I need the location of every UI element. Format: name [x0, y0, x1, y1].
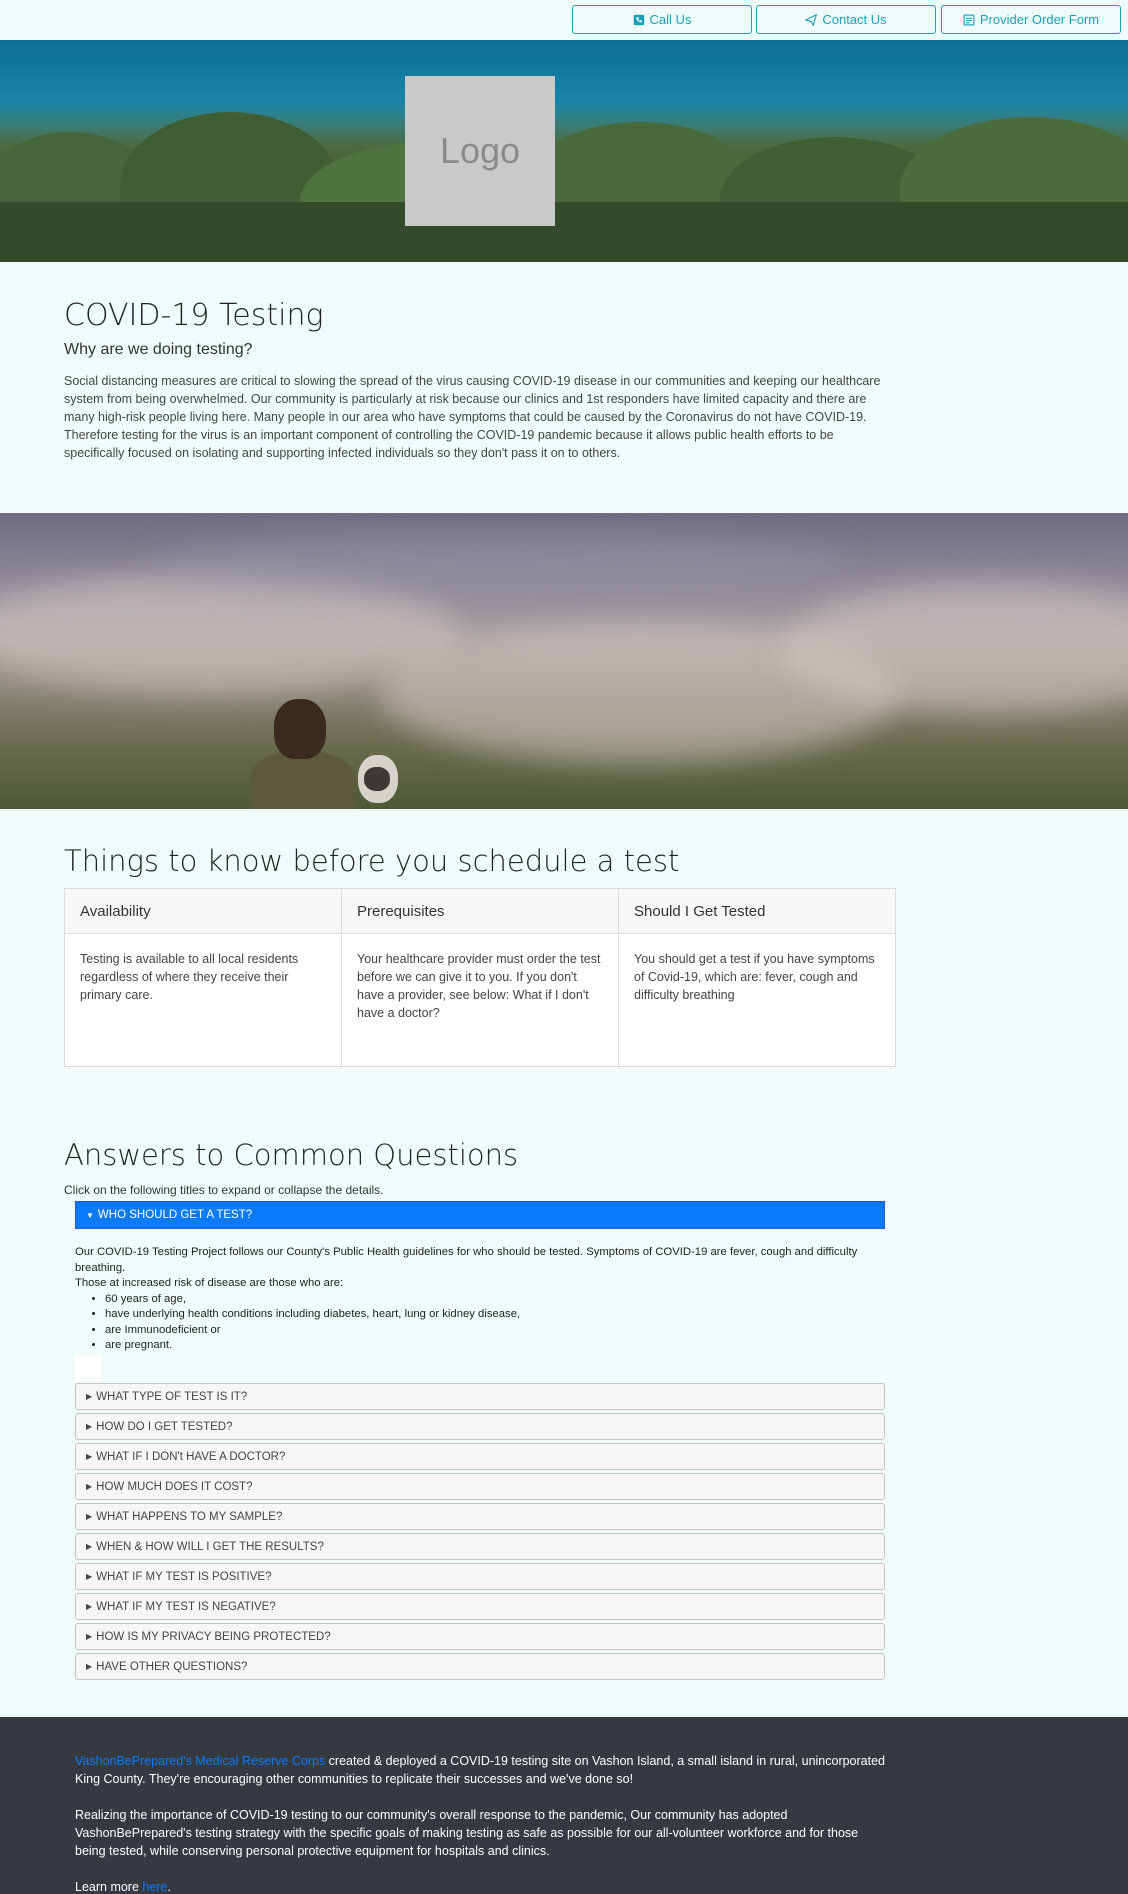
accordion-header-who-should-get-tested[interactable]: ▼ WHO SHOULD GET A TEST?	[75, 1201, 885, 1229]
cloud	[150, 533, 850, 593]
accordion-header[interactable]: ▶ WHAT IF MY TEST IS POSITIVE?	[75, 1563, 885, 1590]
accordion-title: WHAT IF MY TEST IS NEGATIVE?	[96, 1600, 276, 1613]
intro-paragraph: Social distancing measures are critical …	[64, 374, 881, 460]
accordion-paragraph: Those at increased risk of disease are t…	[75, 1277, 344, 1289]
card-prerequisites: Prerequisites Your healthcare provider m…	[342, 889, 619, 1066]
caret-down-icon: ▼	[86, 1210, 94, 1220]
card-header: Availability	[65, 889, 341, 934]
accordion-title: WHEN & HOW WILL I GET THE RESULTS?	[96, 1540, 324, 1553]
intro-section: COVID-19 Testing Why are we doing testin…	[64, 298, 894, 462]
accordion-header[interactable]: ▶ HOW MUCH DOES IT COST?	[75, 1473, 885, 1500]
accordion-paragraph: Our COVID-19 Testing Project follows our…	[75, 1246, 858, 1274]
accordion-title: HOW DO I GET TESTED?	[96, 1420, 233, 1433]
accordion-title: WHAT IF MY TEST IS POSITIVE?	[96, 1570, 272, 1583]
paper-plane-icon	[805, 13, 818, 26]
accordion-header[interactable]: ▶ WHAT IF MY TEST IS NEGATIVE?	[75, 1593, 885, 1620]
accordion-header[interactable]: ▶ HOW IS MY PRIVACY BEING PROTECTED?	[75, 1623, 885, 1650]
person-head	[274, 699, 326, 759]
dog-face	[364, 767, 390, 791]
provider-order-form-label: Provider Order Form	[979, 12, 1100, 27]
person-figure	[250, 699, 355, 809]
accordion-header[interactable]: ▶ WHAT IF I DON't HAVE A DOCTOR?	[75, 1443, 885, 1470]
top-bar: Call Us Contact Us Provider Order Form	[0, 0, 1128, 40]
caret-right-icon: ▶	[86, 1482, 93, 1491]
card-body: You should get a test if you have sympto…	[634, 952, 875, 1002]
faq-title: Answers to Common Questions	[64, 1138, 519, 1172]
accordion-header[interactable]: ▶ WHAT HAPPENS TO MY SAMPLE?	[75, 1503, 885, 1530]
vashon-mrc-link[interactable]: VashonBePrepared's Medical Reserve Corps	[75, 1754, 325, 1768]
card-header: Should I Get Tested	[619, 889, 895, 934]
accordion-resize-handle	[75, 1355, 101, 1381]
form-icon	[963, 14, 975, 25]
caret-right-icon: ▶	[86, 1512, 93, 1521]
card-header: Prerequisites	[342, 889, 618, 934]
accordion-header[interactable]: ▶ WHAT TYPE OF TEST IS IT?	[75, 1383, 885, 1410]
list-item: are pregnant.	[105, 1338, 885, 1354]
accordion-content: Our COVID-19 Testing Project follows our…	[75, 1245, 885, 1354]
call-us-label: Call Us	[649, 12, 692, 27]
caret-right-icon: ▶	[86, 1662, 93, 1671]
dog-figure	[350, 749, 410, 809]
hero-banner: Logo	[0, 40, 1128, 262]
mountain-mist-image	[0, 513, 1128, 809]
things-title: Things to know before you schedule a tes…	[64, 844, 680, 878]
logo[interactable]: Logo	[405, 76, 555, 226]
card-body: Your healthcare provider must order the …	[357, 952, 601, 1020]
footer: VashonBePrepared's Medical Reserve Corps…	[0, 1717, 1128, 1894]
page-subtitle: Why are we doing testing?	[64, 341, 253, 358]
caret-right-icon: ▶	[86, 1392, 93, 1401]
card-availability: Availability Testing is available to all…	[65, 889, 342, 1066]
caret-right-icon: ▶	[86, 1572, 93, 1581]
logo-text: Logo	[439, 130, 521, 171]
accordion-title: WHAT TYPE OF TEST IS IT?	[96, 1390, 248, 1403]
caret-right-icon: ▶	[86, 1602, 93, 1611]
card-should-i-get-tested: Should I Get Tested You should get a tes…	[619, 889, 895, 1066]
call-us-button[interactable]: Call Us	[572, 5, 752, 34]
learn-more-link[interactable]: here	[142, 1880, 167, 1894]
contact-us-button[interactable]: Contact Us	[756, 5, 936, 34]
accordion-title: HOW IS MY PRIVACY BEING PROTECTED?	[96, 1630, 331, 1643]
page-title: COVID-19 Testing	[64, 298, 324, 333]
faq-help-text: Click on the following titles to expand …	[64, 1183, 384, 1197]
accordion-title: WHO SHOULD GET A TEST?	[97, 1209, 253, 1221]
list-item: have underlying health conditions includ…	[105, 1307, 885, 1323]
hero-ground	[0, 202, 1128, 262]
footer-learn-more: Learn more here.	[75, 1878, 885, 1894]
card-body: Testing is available to all local reside…	[80, 952, 299, 1002]
caret-right-icon: ▶	[86, 1542, 93, 1551]
footer-paragraph-2: Realizing the importance of COVID-19 tes…	[75, 1808, 859, 1858]
accordion-header[interactable]: ▶ HAVE OTHER QUESTIONS?	[75, 1653, 885, 1680]
list-item: are Immunodeficient or	[105, 1323, 885, 1339]
phone-icon	[633, 14, 644, 25]
caret-right-icon: ▶	[86, 1632, 93, 1641]
accordion-title: HOW MUCH DOES IT COST?	[96, 1480, 253, 1493]
accordion-title: WHAT HAPPENS TO MY SAMPLE?	[96, 1510, 283, 1523]
accordion-header[interactable]: ▶ HOW DO I GET TESTED?	[75, 1413, 885, 1440]
caret-right-icon: ▶	[86, 1422, 93, 1431]
accordion-title: WHAT IF I DON't HAVE A DOCTOR?	[96, 1450, 286, 1463]
list-item: 60 years of age,	[105, 1292, 885, 1308]
info-cards: Availability Testing is available to all…	[64, 888, 896, 1067]
learn-more-text: Learn more	[75, 1880, 143, 1894]
person-body	[250, 751, 355, 809]
provider-order-form-button[interactable]: Provider Order Form	[941, 5, 1121, 34]
accordion-header[interactable]: ▶ WHEN & HOW WILL I GET THE RESULTS?	[75, 1533, 885, 1560]
accordion-title: HAVE OTHER QUESTIONS?	[96, 1660, 248, 1673]
risk-list: 60 years of age, have underlying health …	[105, 1292, 885, 1354]
caret-right-icon: ▶	[86, 1452, 93, 1461]
footer-paragraph-1: VashonBePrepared's Medical Reserve Corps…	[75, 1752, 885, 1788]
learn-more-suffix: .	[167, 1880, 171, 1894]
contact-us-label: Contact Us	[822, 12, 887, 27]
